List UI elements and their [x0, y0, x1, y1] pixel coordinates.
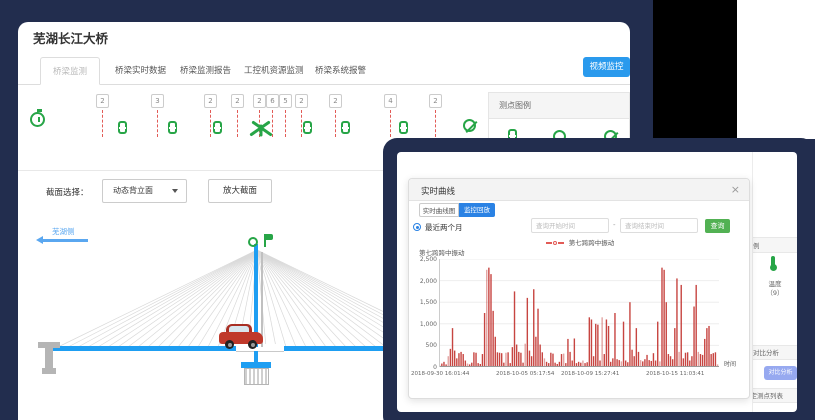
legend-marker	[553, 241, 557, 245]
range-separator: -	[613, 221, 616, 229]
vibration-chart: 时间 0 500 1,000 1,500 2,000 2,500 2018-09-30 16…	[411, 255, 747, 395]
recent-two-months-label: 最近两个月	[425, 222, 463, 233]
legend-marker	[558, 242, 564, 244]
y-axis-tick: 1,000	[411, 321, 437, 328]
y-axis-tick: 2,000	[411, 278, 437, 285]
chain-link-icon	[213, 121, 222, 134]
sensor-dashed-line	[237, 110, 238, 137]
x-axis-tick: 2018-10-09 15:27:41	[561, 371, 619, 377]
main-tab-0[interactable]: 桥梁监测	[40, 57, 100, 85]
x-axis-tick: 2018-10-05 05:17:54	[496, 371, 554, 377]
close-icon[interactable]: ×	[731, 183, 740, 196]
section-select-label: 截面选择：	[46, 186, 89, 198]
prohibition-icon	[463, 119, 476, 132]
page-title: 芜湖长江大桥	[33, 28, 108, 47]
video-monitor-button[interactable]: 视频监控	[583, 57, 630, 77]
x-axis-title: 时间	[724, 359, 736, 368]
chain-link-icon	[303, 121, 312, 134]
query-button[interactable]: 查询	[705, 219, 730, 233]
tab-monitor-playback[interactable]: 监控回放	[459, 203, 495, 217]
main-tab-1[interactable]: 桥梁实时数据	[103, 57, 178, 85]
y-axis-tick: 500	[411, 342, 437, 349]
sensor-count-badge: 5	[279, 94, 292, 108]
tower-sensor-icon	[248, 237, 258, 247]
stopwatch-icon	[30, 112, 45, 127]
compare-analysis-button[interactable]: 对比分析	[764, 366, 797, 380]
screen: 芜湖长江大桥 桥梁监测桥梁实时数据桥梁监测报告工控机资源监测桥梁系统报警 视频监…	[0, 0, 815, 420]
background-white-region	[737, 0, 815, 139]
dialog-title: 实时曲线	[421, 185, 455, 197]
thermometer-icon	[770, 264, 777, 271]
section-select-dropdown[interactable]: 动态背立面	[102, 179, 187, 203]
x-axis-tick: 2018-10-15 11:03:41	[646, 371, 704, 377]
dialog-header[interactable]	[409, 179, 749, 201]
sensor-count-badge: 2	[253, 94, 266, 108]
legend-header-partial: 例	[753, 237, 797, 253]
end-time-input[interactable]	[620, 218, 698, 233]
sensor-dashed-line	[335, 110, 336, 137]
temperature-count: （9）	[753, 287, 797, 297]
sensor-count-badge: 2	[429, 94, 442, 108]
tower-flag-icon	[266, 234, 273, 240]
chain-link-icon	[341, 121, 350, 134]
bridge-pier	[45, 348, 53, 370]
sensor-count-badge: 2	[231, 94, 244, 108]
section-select-value: 动态背立面	[113, 186, 153, 195]
realtime-curve-dialog: 实时曲线 × 实时曲线图 监控回放 最近两个月 - 查询 第七跨跨中振动 第七跨…	[408, 178, 750, 399]
pliers-icon	[247, 117, 275, 143]
car-illustration	[219, 324, 265, 350]
start-time-input[interactable]	[531, 218, 609, 233]
legend-panel-title: 测点图例	[489, 93, 629, 119]
chart-legend: 第七跨跨中振动	[409, 237, 751, 247]
chain-link-icon	[168, 121, 177, 134]
y-axis-tick: 1,500	[411, 299, 437, 306]
legend-series-label: 第七跨跨中振动	[569, 239, 615, 247]
overlay-content: 例 温度 （9） 对比分析 对比分析 绑定测点列表 实时曲线 × 实时曲线图 监…	[397, 152, 797, 412]
chain-link-icon	[399, 121, 408, 134]
zoom-section-button[interactable]: 放大截面	[208, 179, 272, 203]
y-axis-tick: 2,500	[411, 256, 437, 263]
sensor-dashed-line	[285, 110, 286, 137]
sensor-count-badge: 6	[266, 94, 279, 108]
sensor-count-badge: 3	[151, 94, 164, 108]
legend-marker	[546, 242, 552, 244]
sensor-dashed-line	[157, 110, 158, 137]
chart-plot	[439, 259, 720, 368]
compare-section-header: 对比分析	[753, 345, 797, 360]
sensor-dashed-line	[390, 110, 391, 137]
main-tab-4[interactable]: 桥梁系统报警	[303, 57, 378, 85]
sensor-dashed-line	[102, 110, 103, 137]
main-tabbar: 桥梁监测桥梁实时数据桥梁监测报告工控机资源监测桥梁系统报警	[18, 55, 630, 85]
bridge-pier	[42, 368, 56, 374]
chain-link-icon	[118, 121, 127, 134]
sensor-count-badge: 2	[96, 94, 109, 108]
chevron-down-icon	[172, 189, 178, 193]
overlay-window: 例 温度 （9） 对比分析 对比分析 绑定测点列表 实时曲线 × 实时曲线图 监…	[383, 138, 815, 420]
background-black-region	[653, 0, 737, 139]
sensor-count-badge: 4	[384, 94, 397, 108]
sensor-count-badge: 2	[204, 94, 217, 108]
bridge-foundation	[244, 368, 269, 385]
sensor-dashed-line	[301, 110, 302, 137]
sensor-dashed-line	[210, 110, 211, 137]
tab-realtime-curve[interactable]: 实时曲线图	[419, 203, 459, 217]
sensor-dashed-line	[435, 110, 436, 137]
sensor-count-badge: 2	[329, 94, 342, 108]
y-axis-tick: 0	[411, 364, 437, 371]
points-list-header: 绑定测点列表	[753, 388, 797, 403]
recent-two-months-radio[interactable]	[413, 223, 421, 231]
sensor-count-badge: 2	[295, 94, 308, 108]
x-axis-tick: 2018-09-30 16:01:44	[411, 371, 469, 377]
